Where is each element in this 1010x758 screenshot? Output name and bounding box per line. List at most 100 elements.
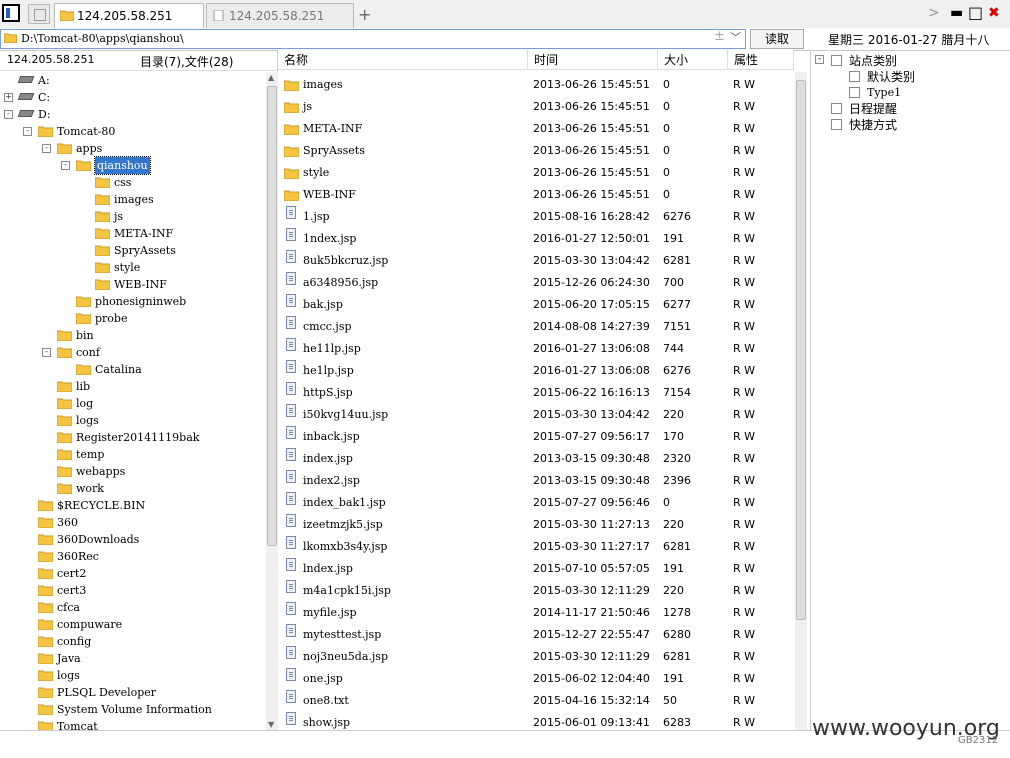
path-input[interactable]: D:\Tomcat-80\apps\qianshou\ (0, 29, 746, 49)
file-row[interactable]: a6348956.jsp 2015-12-26 06:24:30 700 R W (278, 272, 794, 294)
tree-node[interactable]: css (0, 174, 264, 191)
tree-node[interactable]: Java (0, 650, 264, 667)
tree-node[interactable]: - qianshou (0, 156, 264, 175)
scroll-down-icon[interactable]: ▼ (268, 720, 274, 729)
file-row[interactable]: 1.jsp 2015-08-16 16:28:42 6276 R W (278, 206, 794, 228)
collapse-icon[interactable]: - (61, 161, 70, 170)
file-row[interactable]: style 2013-06-26 15:45:51 0 R W (278, 162, 794, 184)
tree-node[interactable]: META-INF (0, 225, 264, 242)
tree-node[interactable]: bin (0, 327, 264, 344)
file-row[interactable]: index2.jsp 2013-03-15 09:30:48 2396 R W (278, 470, 794, 492)
tree-node[interactable]: 360 (0, 514, 264, 531)
file-row[interactable]: WEB-INF 2013-06-26 15:45:51 0 R W (278, 184, 794, 206)
tree-node[interactable]: cert2 (0, 565, 264, 582)
tree-node[interactable]: Catalina (0, 361, 264, 378)
folder-icon (57, 381, 72, 392)
collapse-icon[interactable]: - (815, 55, 824, 64)
column-attr[interactable]: 属性 (728, 50, 794, 70)
file-row[interactable]: he11lp.jsp 2016-01-27 13:06:08 744 R W (278, 338, 794, 360)
add-tab-icon[interactable]: + (358, 5, 371, 24)
file-row[interactable]: izeetmzjk5.jsp 2015-03-30 11:27:13 220 R W (278, 514, 794, 536)
tab-active[interactable]: 124.205.58.251 (54, 3, 204, 28)
file-row[interactable]: myfile.jsp 2014-11-17 21:50:46 1278 R W (278, 602, 794, 624)
file-row[interactable]: 8uk5bkcruz.jsp 2015-03-30 13:04:42 6281 R W (278, 250, 794, 272)
expand-icon[interactable]: + (4, 93, 13, 102)
collapse-icon[interactable]: - (42, 144, 51, 153)
tree-node[interactable]: log (0, 395, 264, 412)
file-row[interactable]: js 2013-06-26 15:45:51 0 R W (278, 96, 794, 118)
collapse-icon[interactable]: - (4, 110, 13, 119)
tree-node[interactable]: A: (0, 72, 264, 89)
file-time: 2016-01-27 12:50:01 (533, 232, 650, 245)
tree-node[interactable]: js (0, 208, 264, 225)
tree-scrollbar[interactable]: ▲ ▼ (266, 72, 278, 730)
app-icon[interactable] (2, 4, 20, 22)
scroll-up-icon[interactable]: ▲ (268, 73, 274, 82)
tree-node[interactable]: compuware (0, 616, 264, 633)
collapse-icon[interactable]: - (42, 348, 51, 357)
tree-node[interactable]: PLSQL Developer (0, 684, 264, 701)
file-row[interactable]: httpS.jsp 2015-06-22 16:16:13 7154 R W (278, 382, 794, 404)
tree-node[interactable]: 360Downloads (0, 531, 264, 548)
file-row[interactable]: bak.jsp 2015-06-20 17:05:15 6277 R W (278, 294, 794, 316)
folder-icon (95, 177, 110, 188)
column-name[interactable]: 名称 (278, 50, 528, 70)
chevron-down-icon[interactable]: ﹀ (730, 29, 741, 45)
file-row[interactable]: SpryAssets 2013-06-26 15:45:51 0 R W (278, 140, 794, 162)
file-list-scrollbar[interactable] (795, 72, 807, 730)
maximize-button[interactable]: □ (968, 3, 983, 22)
tree-node[interactable]: cert3 (0, 582, 264, 599)
column-size[interactable]: 大小 (658, 50, 728, 70)
tree-node[interactable]: logs (0, 412, 264, 429)
new-tab-icon[interactable] (28, 4, 50, 24)
file-row[interactable]: noj3neu5da.jsp 2015-03-30 12:11:29 6281 R W (278, 646, 794, 668)
tree-node[interactable]: config (0, 633, 264, 650)
tree-node[interactable]: WEB-INF (0, 276, 264, 293)
file-row[interactable]: mytesttest.jsp 2015-12-27 22:55:47 6280 R W (278, 624, 794, 646)
tree-node[interactable]: webapps (0, 463, 264, 480)
tree-node[interactable]: phonesigninweb (0, 293, 264, 310)
file-row[interactable]: cmcc.jsp 2014-08-08 14:27:39 7151 R W (278, 316, 794, 338)
file-row[interactable]: one8.txt 2015-04-16 15:32:14 50 R W (278, 690, 794, 712)
file-row[interactable]: he1lp.jsp 2016-01-27 13:06:08 6276 R W (278, 360, 794, 382)
tree-node[interactable]: style (0, 259, 264, 276)
file-row[interactable]: inback.jsp 2015-07-27 09:56:17 170 R W (278, 426, 794, 448)
file-row[interactable]: i50kvg14uu.jsp 2015-03-30 13:04:42 220 R W (278, 404, 794, 426)
tree-node[interactable]: temp (0, 446, 264, 463)
tab-inactive[interactable]: 124.205.58.251 (206, 3, 354, 28)
tree-node[interactable]: + C: (0, 89, 264, 106)
tree-node[interactable]: probe (0, 310, 264, 327)
scroll-thumb[interactable] (796, 80, 806, 620)
minimize-button[interactable]: ▬ (950, 5, 963, 21)
tree-node[interactable]: - apps (0, 140, 264, 157)
tree-node[interactable]: - Tomcat-80 (0, 123, 264, 140)
tree-node[interactable]: - conf (0, 344, 264, 361)
tree-node[interactable]: 360Rec (0, 548, 264, 565)
file-row[interactable]: index_bak1.jsp 2015-07-27 09:56:46 0 R W (278, 492, 794, 514)
add-bookmark-icon[interactable]: ± (714, 29, 725, 44)
tree-node[interactable]: SpryAssets (0, 242, 264, 259)
file-row[interactable]: m4a1cpk15i.jsp 2015-03-30 12:11:29 220 R W (278, 580, 794, 602)
file-row[interactable]: lndex.jsp 2015-07-10 05:57:05 191 R W (278, 558, 794, 580)
file-row[interactable]: 1ndex.jsp 2016-01-27 12:50:01 191 R W (278, 228, 794, 250)
tree-node[interactable]: Register20141119bak (0, 429, 264, 446)
tree-node[interactable]: System Volume Information (0, 701, 264, 718)
file-row[interactable]: lkomxb3s4y.jsp 2015-03-30 11:27:17 6281 R W (278, 536, 794, 558)
tree-node[interactable]: cfca (0, 599, 264, 616)
tree-node[interactable]: images (0, 191, 264, 208)
tree-node[interactable]: work (0, 480, 264, 497)
file-row[interactable]: one.jsp 2015-06-02 12:04:40 191 R W (278, 668, 794, 690)
tree-node[interactable]: - D: (0, 106, 264, 123)
file-row[interactable]: META-INF 2013-06-26 15:45:51 0 R W (278, 118, 794, 140)
tree-node[interactable]: $RECYCLE.BIN (0, 497, 264, 514)
tree-node[interactable]: logs (0, 667, 264, 684)
file-row[interactable]: images 2013-06-26 15:45:51 0 R W (278, 74, 794, 96)
read-button[interactable]: 读取 (750, 29, 804, 49)
scroll-thumb[interactable] (267, 86, 277, 546)
close-button[interactable]: ✖ (988, 5, 1000, 21)
column-time[interactable]: 时间 (528, 50, 658, 70)
collapse-icon[interactable]: - (23, 127, 32, 136)
chevron-right-icon[interactable]: > (928, 5, 940, 21)
tree-node[interactable]: lib (0, 378, 264, 395)
file-row[interactable]: index.jsp 2013-03-15 09:30:48 2320 R W (278, 448, 794, 470)
